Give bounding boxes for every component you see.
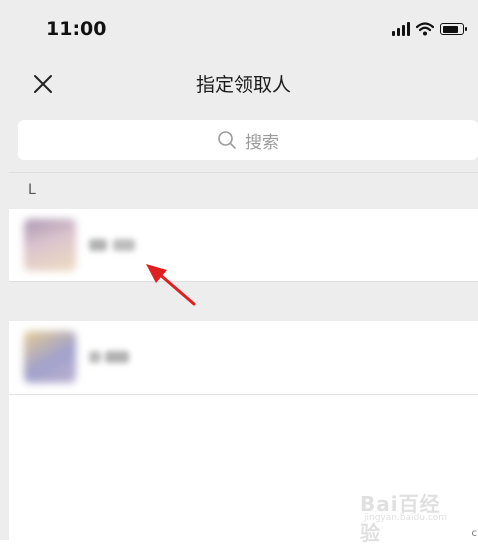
- watermark: Bai百经验 jingyan.baidu.com: [360, 486, 450, 545]
- corner-mark: c: [471, 528, 478, 539]
- watermark-url: jingyan.baidu.com: [364, 513, 448, 523]
- annotation-arrow-icon: [146, 264, 196, 306]
- contact-picker-screen: 11:00 指定领取人 搜索 L Bai百经验 jingyan.baidu.co…: [0, 0, 478, 545]
